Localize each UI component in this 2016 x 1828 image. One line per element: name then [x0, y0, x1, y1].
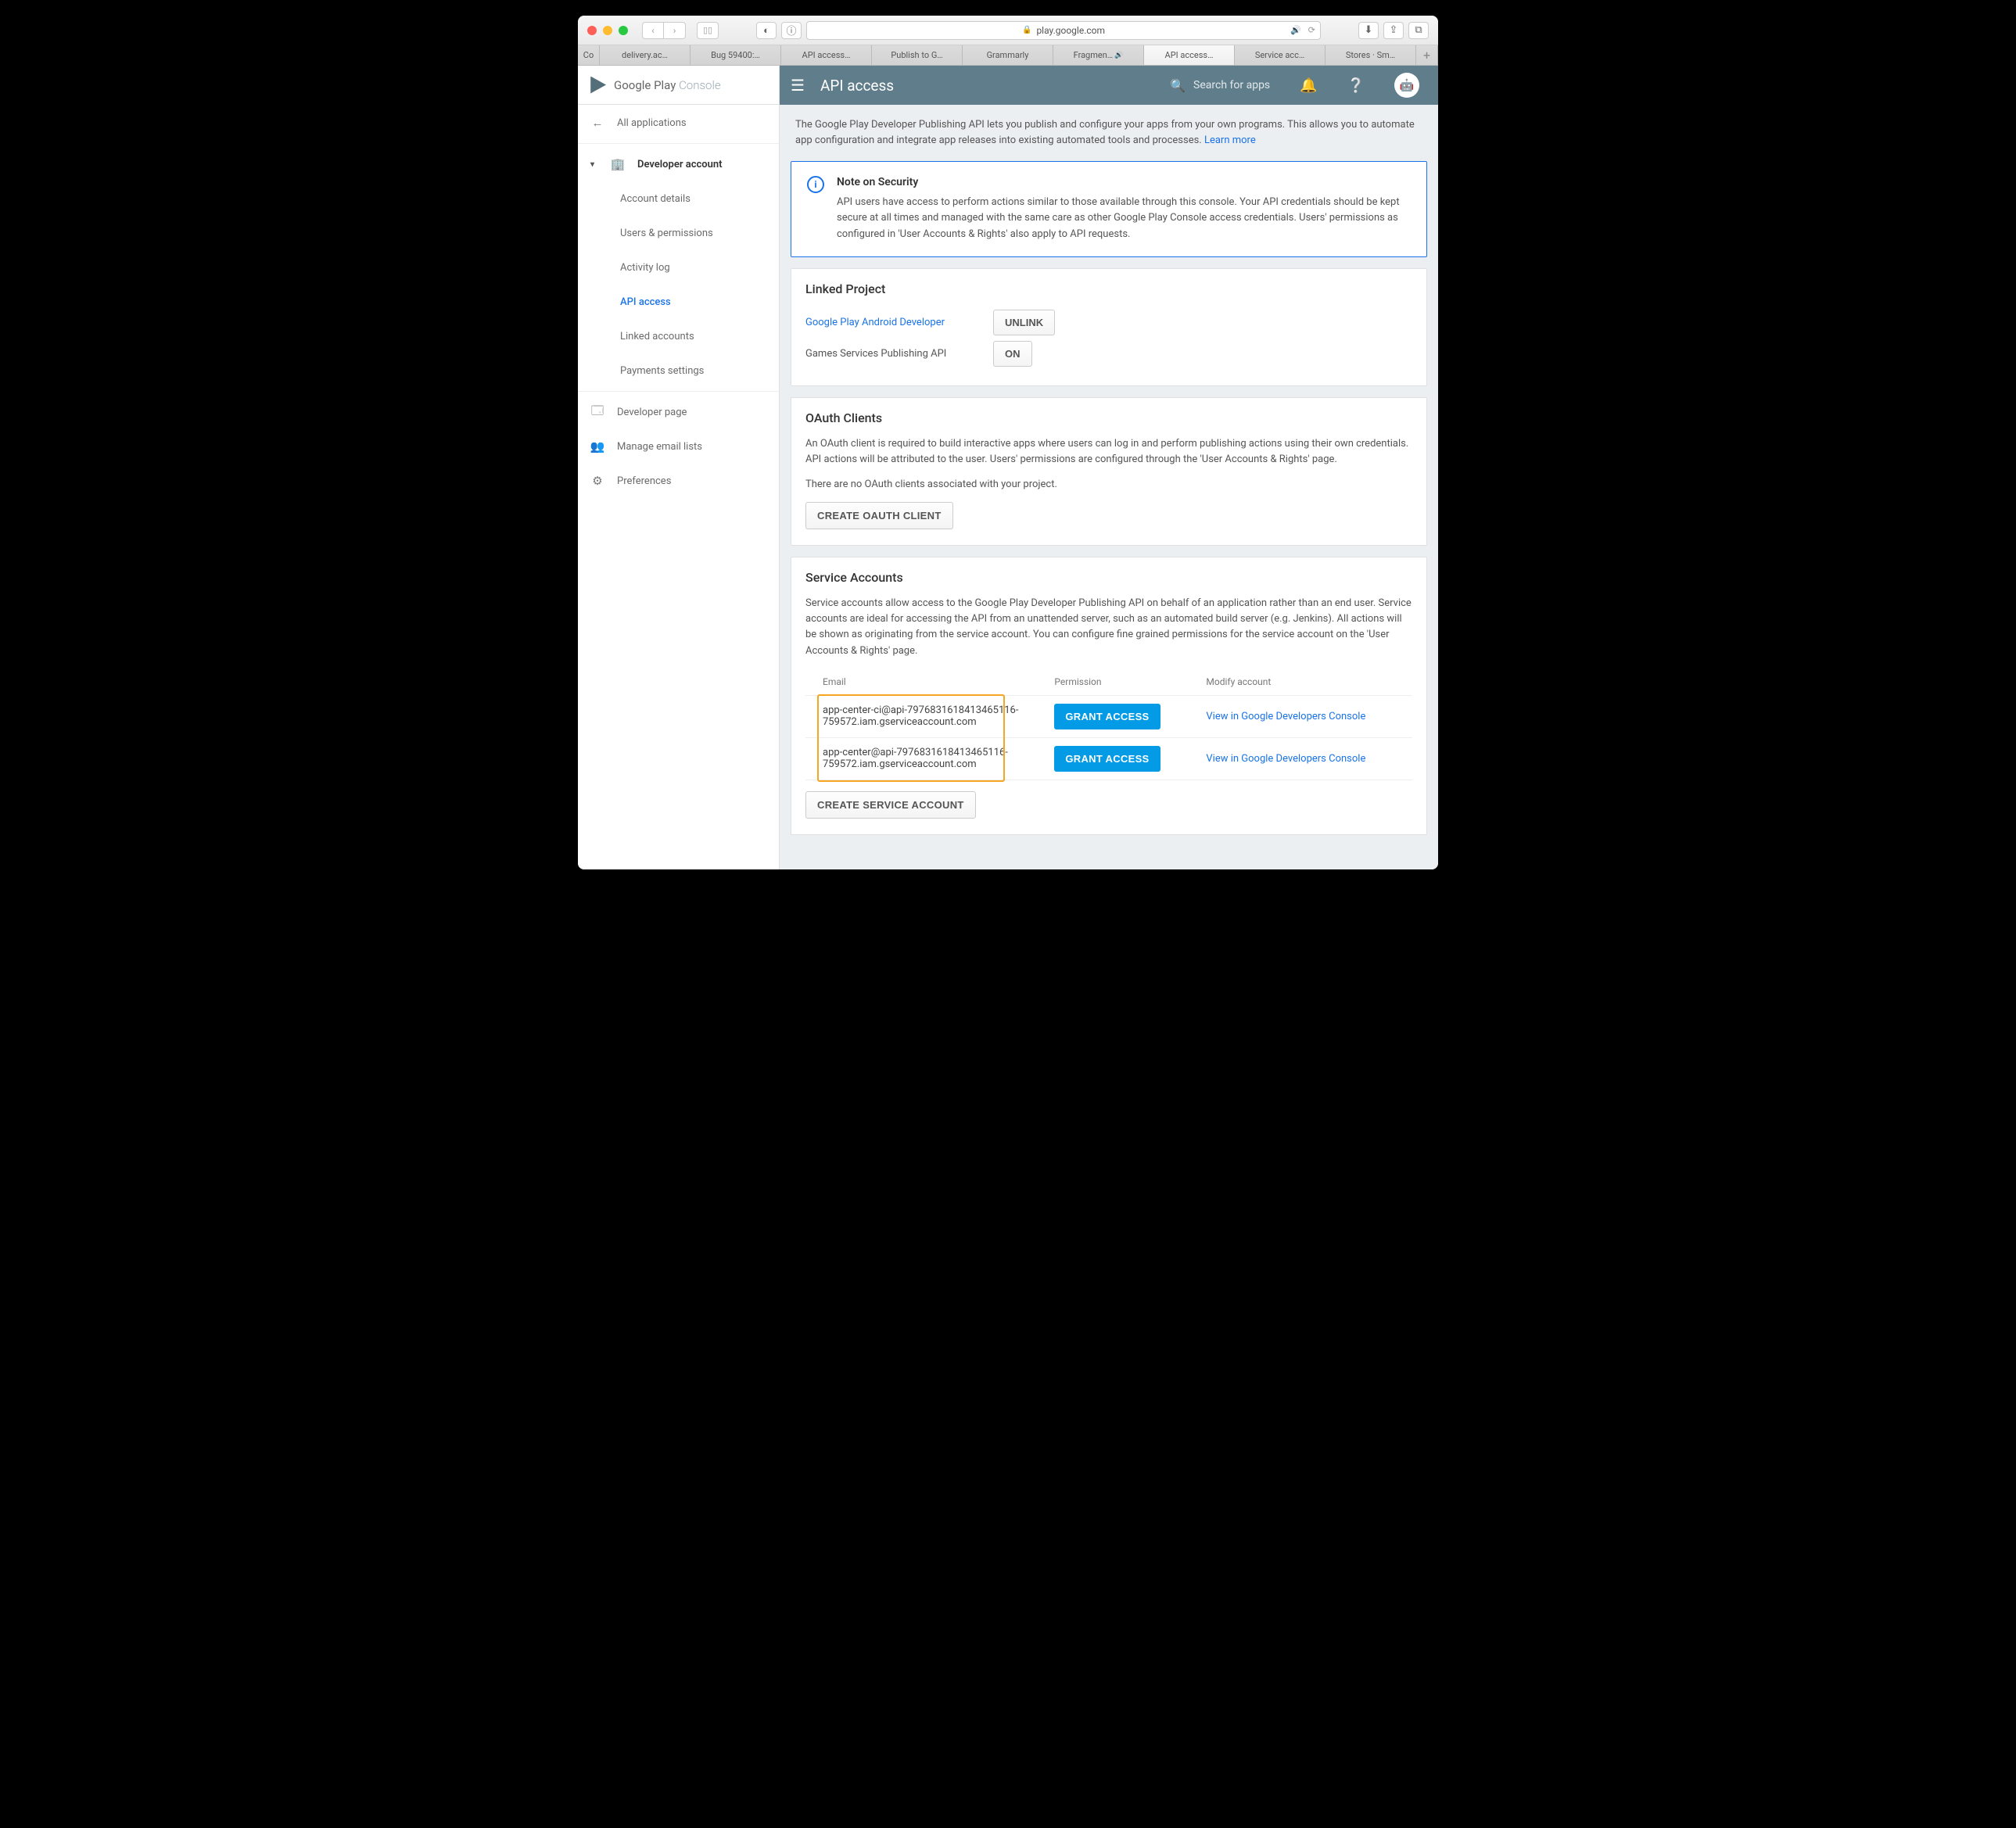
search[interactable]: 🔍 Search for apps — [1170, 78, 1270, 93]
linked-project-label: Games Services Publishing API — [805, 348, 993, 360]
play-console-icon — [589, 77, 606, 94]
oauth-clients-panel: OAuth Clients An OAuth client is require… — [791, 397, 1427, 546]
sidebar-icon: 🗔 — [590, 403, 604, 422]
logo[interactable]: Google Play Console — [578, 66, 779, 105]
sidebar-icon: ⚙ — [590, 474, 604, 488]
browser-tab[interactable]: API access… — [781, 45, 872, 65]
sidebar-back[interactable]: ← All applications — [578, 106, 779, 140]
service-accounts-panel: Service Accounts Service accounts allow … — [791, 557, 1427, 835]
search-icon: 🔍 — [1170, 78, 1186, 93]
sidebar-icon: 👥 — [590, 439, 604, 453]
address-bar[interactable]: 🔒 play.google.com 🔊 ⟳ — [806, 21, 1321, 40]
security-note: i Note on Security API users have access… — [791, 161, 1427, 256]
search-placeholder: Search for apps — [1193, 79, 1270, 91]
app-header: ☰ API access 🔍 Search for apps 🔔 ❔ 🤖 — [780, 66, 1438, 105]
browser-tab[interactable]: Publish to G… — [872, 45, 963, 65]
browser-tab[interactable]: Fragmen…🔊 — [1053, 45, 1144, 65]
sidebar-item[interactable]: Users & permissions — [578, 216, 779, 250]
service-account-email: app-center@api-7976831618413465116-75957… — [823, 747, 1042, 770]
sidebar-item[interactable]: Payments settings — [578, 353, 779, 388]
browser-tab[interactable]: Grammarly — [963, 45, 1053, 65]
reader-icon[interactable]: ◐ — [756, 22, 777, 39]
service-accounts-table: Email Permission Modify account app-cent… — [805, 668, 1412, 780]
alert-body: API users have access to perform actions… — [837, 195, 1411, 242]
new-tab-button[interactable]: + — [1416, 45, 1438, 65]
sidebar-item[interactable]: API access — [578, 285, 779, 319]
info-icon: i — [807, 176, 824, 193]
linked-project-button[interactable]: ON — [993, 341, 1032, 367]
downloads-icon[interactable]: ⬇ — [1358, 22, 1379, 39]
oauth-empty: There are no OAuth clients associated wi… — [805, 477, 1412, 493]
intro-text: The Google Play Developer Publishing API… — [780, 105, 1438, 161]
sidebar-group-developer-account[interactable]: ▾ 🏢 Developer account — [578, 147, 779, 181]
nav-forward[interactable]: › — [664, 22, 686, 39]
android-icon: 🤖 — [1400, 78, 1415, 92]
browser-toolbar: ‹ › ▯▯ ◐ ⓘ 🔒 play.google.com 🔊 ⟳ ⬇ ⇪ ⧉ — [578, 16, 1438, 45]
sound-icon[interactable]: 🔊 — [1290, 25, 1301, 35]
sidebar-item[interactable]: 🗔Developer page — [578, 395, 779, 429]
service-account-email: app-center-ci@api-7976831618413465116-75… — [823, 704, 1042, 728]
create-service-account-button[interactable]: CREATE SERVICE ACCOUNT — [805, 791, 976, 819]
panel-title-service: Service Accounts — [805, 570, 1412, 585]
grant-access-button[interactable]: GRANT ACCESS — [1054, 704, 1160, 729]
sidebar-item[interactable]: Linked accounts — [578, 319, 779, 353]
sidebar: Google Play Console ← All applications ▾… — [578, 66, 780, 869]
alert-title: Note on Security — [837, 176, 1411, 188]
browser-tab[interactable]: Bug 59400:… — [691, 45, 781, 65]
avatar[interactable]: 🤖 — [1394, 73, 1419, 98]
building-icon: 🏢 — [611, 157, 625, 171]
browser-tab[interactable]: Stores · Sm… — [1325, 45, 1416, 65]
linked-project-panel: Linked Project Google Play Android Devel… — [791, 268, 1427, 386]
view-in-console-link[interactable]: View in Google Developers Console — [1206, 711, 1365, 722]
window-close[interactable] — [587, 26, 597, 35]
sidebar-item[interactable]: ⚙Preferences — [578, 464, 779, 498]
oauth-desc: An OAuth client is required to build int… — [805, 436, 1412, 468]
tab-strip: Codelivery.ac…Bug 59400:…API access…Publ… — [578, 45, 1438, 66]
sidebar-item[interactable]: Account details — [578, 181, 779, 216]
th-email: Email — [805, 668, 1048, 696]
lock-icon: 🔒 — [1022, 26, 1031, 34]
nav-back[interactable]: ‹ — [642, 22, 664, 39]
bell-icon[interactable]: 🔔 — [1300, 77, 1317, 94]
create-oauth-client-button[interactable]: CREATE OAUTH CLIENT — [805, 502, 953, 529]
menu-icon[interactable]: ☰ — [791, 76, 805, 95]
view-in-console-link[interactable]: View in Google Developers Console — [1206, 753, 1365, 765]
chevron-down-icon: ▾ — [590, 160, 598, 169]
panel-title-linked: Linked Project — [805, 281, 1412, 296]
window-minimize[interactable] — [603, 26, 612, 35]
site-info-icon[interactable]: ⓘ — [781, 22, 802, 39]
table-row: app-center@api-7976831618413465116-75957… — [805, 737, 1412, 780]
help-icon[interactable]: ❔ — [1347, 77, 1365, 94]
th-modify: Modify account — [1200, 668, 1412, 696]
browser-tab[interactable]: delivery.ac… — [600, 45, 691, 65]
reload-icon[interactable]: ⟳ — [1308, 25, 1315, 35]
browser-tab[interactable]: API access… — [1144, 45, 1235, 65]
panel-title-oauth: OAuth Clients — [805, 410, 1412, 425]
sidebar-item[interactable]: 👥Manage email lists — [578, 429, 779, 464]
browser-tab[interactable]: Co — [578, 45, 600, 65]
sidebar-item[interactable]: Activity log — [578, 250, 779, 285]
sidebar-toggle[interactable]: ▯▯ — [697, 22, 719, 39]
th-permission: Permission — [1048, 668, 1200, 696]
table-row: app-center-ci@api-7976831618413465116-75… — [805, 695, 1412, 737]
share-icon[interactable]: ⇪ — [1383, 22, 1404, 39]
grant-access-button[interactable]: GRANT ACCESS — [1054, 746, 1160, 772]
tabs-icon[interactable]: ⧉ — [1408, 22, 1429, 39]
browser-tab[interactable]: Service acc… — [1235, 45, 1325, 65]
page-title: API access — [820, 77, 1154, 95]
svc-desc: Service accounts allow access to the Goo… — [805, 596, 1412, 659]
linked-project-label[interactable]: Google Play Android Developer — [805, 317, 993, 328]
window-zoom[interactable] — [619, 26, 628, 35]
arrow-left-icon: ← — [590, 116, 604, 130]
url-host: play.google.com — [1036, 25, 1105, 36]
linked-project-button[interactable]: UNLINK — [993, 310, 1055, 335]
learn-more-link[interactable]: Learn more — [1204, 134, 1256, 146]
